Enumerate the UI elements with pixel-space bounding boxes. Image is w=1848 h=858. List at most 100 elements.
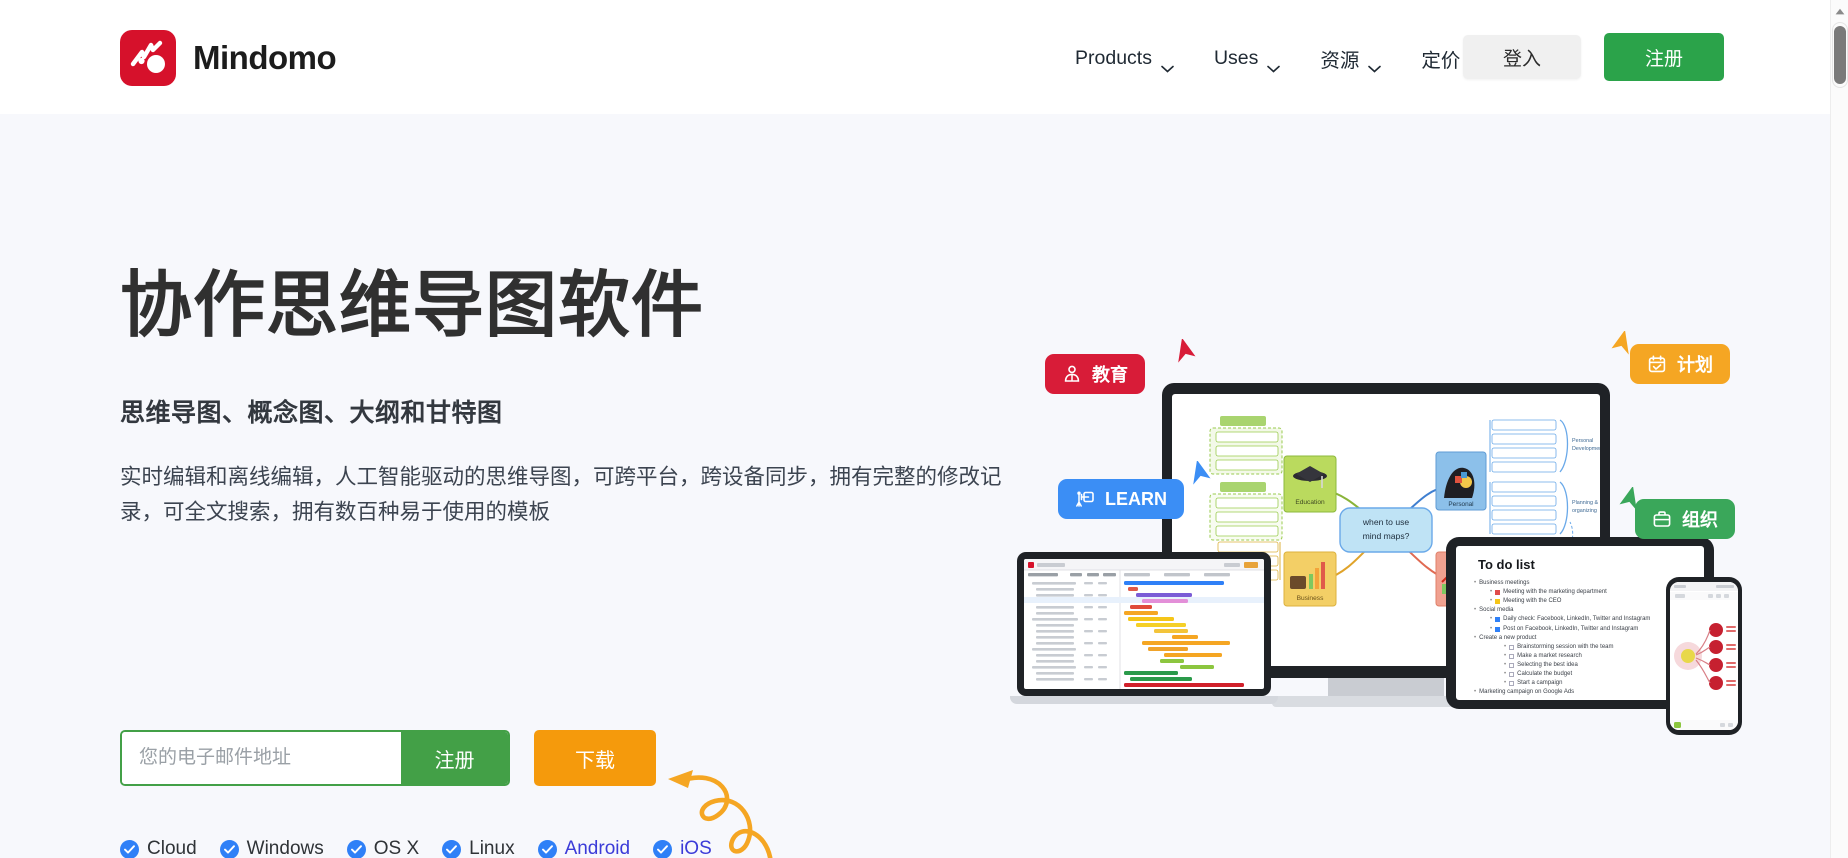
vertical-scrollbar[interactable] bbox=[1830, 0, 1848, 858]
bullet-icon: • bbox=[1490, 625, 1493, 632]
calendar-icon bbox=[1647, 354, 1667, 374]
svg-text:Education: Education bbox=[1295, 499, 1325, 506]
todo-text: Marketing campaign on Google Ads bbox=[1479, 689, 1575, 696]
hero-illustration: 教育 LEARN 计划 组织 Education Business when t… bbox=[1010, 309, 1810, 749]
svg-text:mind maps?: mind maps? bbox=[1363, 531, 1410, 541]
email-input[interactable] bbox=[122, 732, 401, 784]
nav-label-products: Products bbox=[1075, 47, 1152, 69]
bullet-icon: • bbox=[1474, 607, 1477, 614]
bullet-icon: • bbox=[1490, 598, 1493, 605]
login-button[interactable]: 登入 bbox=[1463, 35, 1581, 79]
priority-marker-icon bbox=[1495, 617, 1501, 623]
bullet-icon: • bbox=[1504, 652, 1507, 659]
platform-windows[interactable]: Windows bbox=[219, 838, 324, 858]
chevron-down-icon bbox=[1267, 56, 1281, 73]
platform-label: Linux bbox=[469, 838, 515, 858]
check-circle-icon bbox=[653, 839, 673, 858]
bullet-icon: • bbox=[1504, 643, 1507, 650]
nav-item-uses[interactable]: Uses bbox=[1194, 41, 1300, 76]
page-root: Mindomo Products Uses 资源 定价 登入 注册 协作思维导图… bbox=[0, 0, 1848, 858]
platform-list: Cloud Windows OS X Linux Android iOS bbox=[120, 838, 712, 858]
briefcase-icon bbox=[1652, 509, 1672, 529]
list-item: • Brainstorming session with the team bbox=[1504, 643, 1692, 652]
signup-button-hero[interactable]: 注册 bbox=[401, 732, 508, 784]
brand-logo-link[interactable]: Mindomo bbox=[120, 30, 337, 86]
bullet-icon: • bbox=[1490, 589, 1493, 596]
todo-items: • Business meetings • Meeting with the mar… bbox=[1468, 579, 1692, 697]
svg-text:Planning &: Planning & bbox=[1572, 500, 1598, 506]
presenter-icon bbox=[1075, 489, 1095, 509]
list-item: • Meeting with the CEO bbox=[1490, 597, 1692, 606]
svg-text:Personal: Personal bbox=[1448, 501, 1473, 508]
signup-row: 注册 下载 bbox=[120, 730, 656, 786]
badge-label: 计划 bbox=[1677, 355, 1713, 375]
hero-copy: 协作思维导图软件 思维导图、概念图、大纲和甘特图 实时编辑和离线编辑，人工智能驱… bbox=[120, 264, 1020, 530]
platform-linux[interactable]: Linux bbox=[442, 838, 515, 858]
cursor-arrow-green-icon bbox=[1616, 485, 1642, 522]
chevron-down-icon bbox=[1368, 56, 1382, 73]
list-item: • Make a market research bbox=[1504, 652, 1692, 661]
nav-label-uses: Uses bbox=[1213, 47, 1259, 69]
list-item: • Create a new product bbox=[1474, 634, 1692, 643]
hero-section: 协作思维导图软件 思维导图、概念图、大纲和甘特图 实时编辑和离线编辑，人工智能驱… bbox=[0, 114, 1830, 858]
checkbox-icon[interactable] bbox=[1509, 663, 1515, 669]
phone-device bbox=[1666, 577, 1742, 735]
scroll-up-arrow-icon[interactable] bbox=[1831, 2, 1848, 20]
check-circle-icon bbox=[442, 839, 462, 858]
list-item: • Selecting the best idea bbox=[1504, 661, 1692, 670]
monitor-stand bbox=[1328, 678, 1444, 696]
bullet-icon: • bbox=[1504, 661, 1507, 668]
todo-text: Calculate the budget bbox=[1517, 671, 1573, 678]
gantt-chart-canvas bbox=[1024, 559, 1264, 689]
todo-text: Meeting with the marketing department bbox=[1503, 589, 1607, 596]
priority-marker-icon bbox=[1495, 599, 1501, 605]
list-item: • Start a campaign bbox=[1504, 679, 1692, 688]
cursor-arrow-orange-icon bbox=[1608, 329, 1634, 366]
bullet-icon: • bbox=[1474, 689, 1477, 696]
svg-text:Personal: Personal bbox=[1572, 438, 1593, 444]
nav-item-products[interactable]: Products bbox=[1055, 41, 1194, 76]
badge-education: 教育 bbox=[1045, 354, 1145, 394]
svg-text:Business: Business bbox=[1297, 595, 1324, 602]
platform-android[interactable]: Android bbox=[537, 838, 631, 858]
phone-mindmap-canvas bbox=[1670, 582, 1738, 730]
email-signup-group: 注册 bbox=[120, 730, 510, 786]
list-item: • Post on Facebook, LinkedIn, Twitter and… bbox=[1490, 625, 1692, 634]
hero-subtitle: 思维导图、概念图、大纲和甘特图 bbox=[120, 398, 503, 427]
platform-label: Android bbox=[564, 838, 631, 858]
priority-marker-icon bbox=[1495, 626, 1501, 632]
todo-text: Meeting with the CEO bbox=[1503, 598, 1562, 605]
signup-button-header[interactable]: 注册 bbox=[1604, 33, 1724, 81]
scrollbar-thumb[interactable] bbox=[1834, 26, 1846, 84]
todo-text: Brainstorming session with the team bbox=[1517, 643, 1614, 650]
platform-ios[interactable]: iOS bbox=[653, 838, 712, 858]
bullet-icon: • bbox=[1474, 580, 1477, 586]
nav-label-resources: 资源 bbox=[1320, 50, 1360, 72]
checkbox-icon[interactable] bbox=[1509, 672, 1515, 678]
svg-text:when to use: when to use bbox=[1362, 517, 1410, 527]
main-nav: Products Uses 资源 定价 bbox=[1055, 38, 1480, 79]
check-circle-icon bbox=[346, 839, 366, 858]
cursor-arrow-red-icon bbox=[1173, 337, 1199, 374]
todo-text: Selecting the best idea bbox=[1517, 661, 1578, 668]
platform-cloud[interactable]: Cloud bbox=[120, 838, 197, 858]
list-item: • Business meetings bbox=[1474, 579, 1692, 588]
todo-text: Social media bbox=[1479, 607, 1514, 614]
graduation-person-icon bbox=[1062, 364, 1082, 384]
platform-label: OS X bbox=[373, 838, 420, 858]
platform-osx[interactable]: OS X bbox=[346, 838, 420, 858]
badge-learn: LEARN bbox=[1058, 479, 1184, 519]
checkbox-icon[interactable] bbox=[1509, 681, 1515, 687]
todo-list-title: To do list bbox=[1478, 557, 1535, 572]
badge-label: 组织 bbox=[1682, 510, 1718, 530]
nav-item-resources[interactable]: 资源 bbox=[1300, 38, 1401, 79]
todo-text: Start a campaign bbox=[1517, 680, 1563, 687]
checkbox-icon[interactable] bbox=[1509, 653, 1515, 659]
checkbox-icon[interactable] bbox=[1509, 644, 1515, 650]
download-button[interactable]: 下载 bbox=[534, 730, 656, 786]
site-header: Mindomo Products Uses 资源 定价 登入 注册 bbox=[0, 0, 1830, 114]
priority-marker-icon bbox=[1495, 590, 1501, 596]
todo-text: Daily check: Facebook, LinkedIn, Twitter… bbox=[1503, 616, 1651, 623]
check-circle-icon bbox=[537, 839, 557, 858]
list-item: • Daily check: Facebook, LinkedIn, Twitte… bbox=[1490, 615, 1692, 624]
